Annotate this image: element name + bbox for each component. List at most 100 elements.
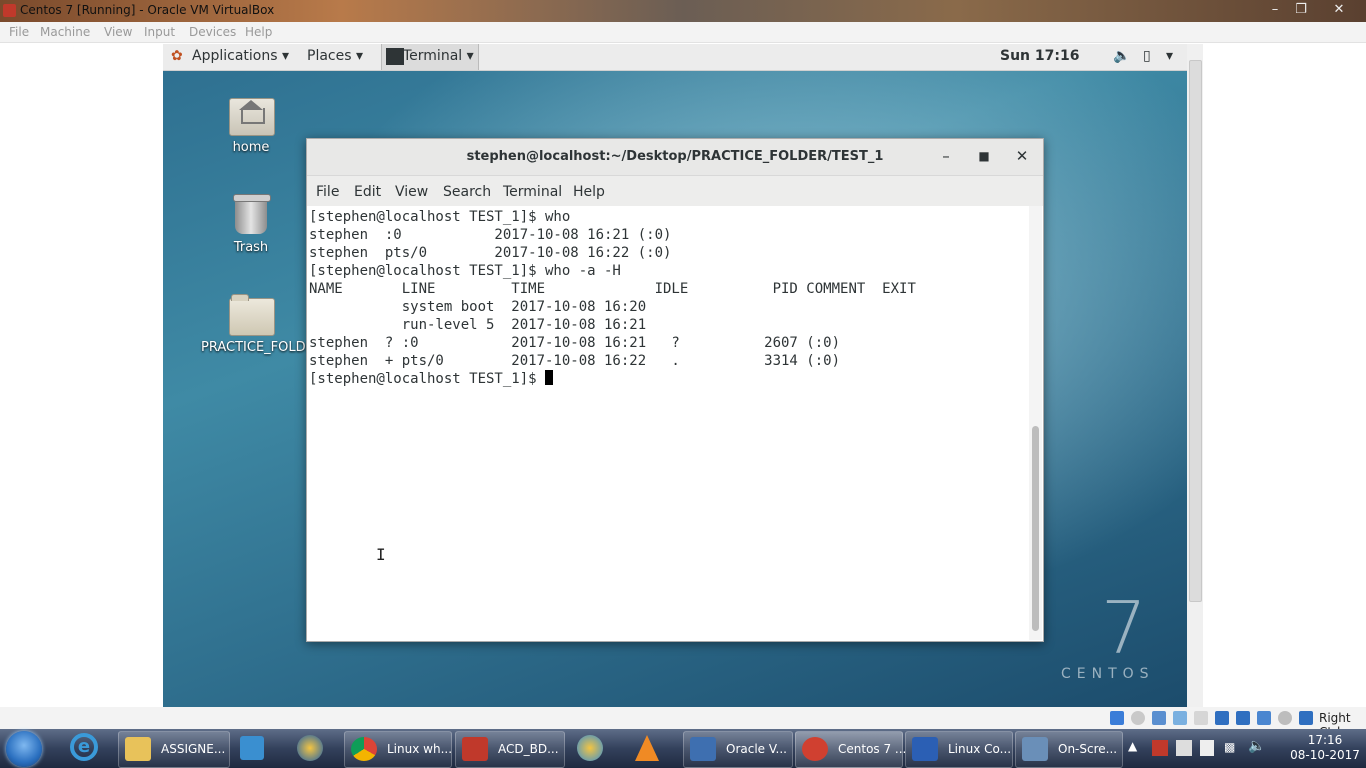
windows-taskbar: e ASSIGNE... Linux wh... ACD_BD... Oracl…: [0, 729, 1366, 768]
desktop-icon-trash[interactable]: Trash: [201, 194, 301, 255]
tray-date: 08-10-2017: [1290, 748, 1360, 762]
terminal-line: run-level 5 2017-10-08 16:21: [309, 317, 647, 333]
close-button[interactable]: ✕: [1328, 1, 1350, 19]
terminal-line: [stephen@localhost TEST_1]$ who: [309, 209, 571, 225]
power-icon[interactable]: [1200, 740, 1214, 756]
start-button[interactable]: [6, 731, 42, 767]
vbox-menu-file[interactable]: File: [9, 25, 29, 39]
gnome-foot-icon: ✿: [171, 48, 183, 64]
terminal-scrollbar[interactable]: [1029, 206, 1042, 640]
vbox-menu-help[interactable]: Help: [245, 25, 272, 39]
terminal-menu-label: Terminal: [403, 48, 463, 64]
terminal-menu-search[interactable]: Search: [443, 184, 491, 200]
terminal-app-menu[interactable]: Terminal ▾: [381, 44, 479, 70]
usb-icon[interactable]: [1194, 711, 1208, 725]
terminal-menu-view[interactable]: View: [395, 184, 428, 200]
video-capture-icon[interactable]: [1257, 711, 1271, 725]
centos-logo-numeral: 7: [1101, 586, 1147, 670]
keyboard-icon: [1022, 737, 1048, 761]
desktop-icon-home[interactable]: home: [201, 94, 301, 155]
desktop-icon-practice-folder[interactable]: PRACTICE_FOLDE: [201, 294, 314, 355]
vm-scrollbar-thumb[interactable]: [1189, 60, 1202, 602]
terminal-titlebar[interactable]: stephen@localhost:~/Desktop/PRACTICE_FOL…: [307, 139, 1043, 176]
optical-drive-icon[interactable]: [1131, 711, 1145, 725]
taskbar-button-centos-vm[interactable]: Centos 7 ...: [795, 731, 906, 768]
applications-menu[interactable]: Applications ▾: [192, 48, 289, 64]
chrome-icon: [351, 737, 377, 761]
vbox-menu-devices[interactable]: Devices: [189, 25, 236, 39]
pdf-icon: [462, 737, 488, 761]
media-player-icon[interactable]: [240, 733, 270, 763]
terminal-output[interactable]: [stephen@localhost TEST_1]$ who stephen …: [307, 206, 1029, 640]
audio-icon[interactable]: [1152, 711, 1166, 725]
terminal-menu-edit[interactable]: Edit: [354, 184, 381, 200]
maximize-button[interactable]: ❐: [1290, 1, 1312, 19]
volume-icon[interactable]: 🔈: [1113, 48, 1130, 64]
vbox-titlebar: Centos 7 [Running] - Oracle VM VirtualBo…: [0, 0, 1366, 22]
taskbar-button-word[interactable]: Linux Co...: [905, 731, 1013, 768]
minimize-button[interactable]: –: [1264, 1, 1286, 19]
tray-app-icon[interactable]: [1152, 740, 1168, 756]
terminal-line: stephen ? :0 2017-10-08 16:21 ? 2607 (:0…: [309, 335, 841, 351]
guest-screen[interactable]: ✿ Applications ▾ Places ▾ Terminal ▾ Sun…: [163, 44, 1187, 707]
terminal-line: stephen + pts/0 2017-10-08 16:22 . 3314 …: [309, 353, 841, 369]
clock[interactable]: Sun 17:16: [1000, 48, 1079, 64]
media-center-icon[interactable]: [297, 733, 327, 763]
taskbar-button-label: ACD_BD...: [498, 742, 559, 756]
speaker-icon[interactable]: 🔈: [1248, 738, 1265, 754]
text-cursor-ibeam-icon: I: [376, 545, 386, 564]
tray-time: 17:16: [1307, 733, 1343, 747]
system-menu-chevron-icon[interactable]: ▾: [1166, 48, 1173, 64]
desktop-icon-label: PRACTICE_FOLDE: [201, 340, 314, 355]
taskbar-button-oracle-vm[interactable]: Oracle V...: [683, 731, 793, 768]
word-icon: [912, 737, 938, 761]
desktop-icon-label: home: [232, 140, 270, 155]
taskbar-button-assignments[interactable]: ASSIGNE...: [118, 731, 230, 768]
mouse-integration-icon[interactable]: [1278, 711, 1292, 725]
terminal-close-button[interactable]: ✕: [1012, 147, 1032, 165]
terminal-window[interactable]: stephen@localhost:~/Desktop/PRACTICE_FOL…: [306, 138, 1044, 642]
taskbar-button-chrome[interactable]: Linux wh...: [344, 731, 452, 768]
terminal-maximize-button[interactable]: ■: [974, 149, 994, 163]
centos-logo-word: CENTOS: [1061, 666, 1155, 682]
vm-scrollbar[interactable]: [1187, 44, 1203, 707]
hdd-icon[interactable]: [1110, 711, 1124, 725]
shared-folders-icon[interactable]: [1215, 711, 1229, 725]
places-menu[interactable]: Places ▾: [307, 48, 363, 64]
terminal-line: system boot 2017-10-08 16:20: [309, 299, 647, 315]
terminal-line: stephen pts/0 2017-10-08 16:22 (:0): [309, 245, 672, 261]
taskbar-button-label: Linux wh...: [387, 742, 453, 756]
taskbar-button-label: ASSIGNE...: [161, 742, 226, 756]
terminal-scrollbar-thumb[interactable]: [1032, 426, 1039, 631]
taskbar-button-onscreen-keyboard[interactable]: On-Scre...: [1015, 731, 1123, 768]
show-hidden-icons-chevron-icon[interactable]: ▲: [1128, 739, 1137, 753]
trash-icon: [229, 194, 273, 234]
terminal-line: stephen :0 2017-10-08 16:21 (:0): [309, 227, 672, 243]
internet-explorer-icon[interactable]: e: [70, 733, 100, 763]
vlc-icon[interactable]: [635, 733, 665, 763]
terminal-minimize-button[interactable]: –: [936, 147, 956, 165]
folder-icon: [229, 294, 275, 336]
terminal-menu-file[interactable]: File: [316, 184, 339, 200]
vbox-statusbar: Right Ctrl: [0, 707, 1366, 739]
virtualbox-icon: [3, 4, 16, 17]
desktop-icon-label: Trash: [233, 240, 269, 255]
vbox-menu-machine[interactable]: Machine: [40, 25, 90, 39]
vbox-menu-input[interactable]: Input: [144, 25, 175, 39]
vbox-menu-view[interactable]: View: [104, 25, 132, 39]
folder-icon: [125, 737, 151, 761]
taskbar-button-label: Oracle V...: [726, 742, 787, 756]
battery-icon[interactable]: ▯: [1143, 48, 1151, 64]
terminal-menu-terminal[interactable]: Terminal: [503, 184, 562, 200]
network-signal-icon[interactable]: ▩: [1224, 740, 1235, 754]
tray-clock[interactable]: 17:16 08-10-2017: [1285, 733, 1365, 763]
display-icon[interactable]: [1236, 711, 1250, 725]
action-center-flag-icon[interactable]: [1176, 740, 1192, 756]
network-icon[interactable]: [1173, 711, 1187, 725]
host-key-icon[interactable]: [1299, 711, 1313, 725]
vbox-menubar: File Machine View Input Devices Help: [0, 22, 1366, 43]
taskbar-button-pdf[interactable]: ACD_BD...: [455, 731, 565, 768]
terminal-icon: [386, 48, 404, 65]
media-center-icon-2[interactable]: [577, 733, 607, 763]
terminal-menu-help[interactable]: Help: [573, 184, 605, 200]
